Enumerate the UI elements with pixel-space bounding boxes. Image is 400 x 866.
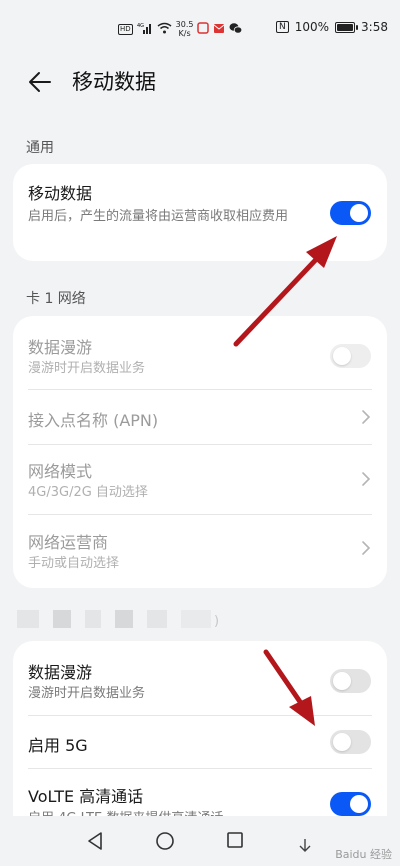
row-subtitle: 漫游时开启数据业务 [28,361,146,376]
obscured-block [115,610,133,628]
row-subtitle: 4G/3G/2G 自动选择 [28,485,148,500]
nfc-icon: N [276,21,289,33]
nav-back-icon[interactable] [86,831,104,855]
section-label-general: 通用 [26,140,54,156]
row-subtitle: 启用后，产生的流量将由运营商收取相应费用 [28,209,289,224]
toggle-knob [333,347,351,365]
card-general: 移动数据 启用后，产生的流量将由运营商收取相应费用 [13,164,387,261]
row-subtitle: 手动或自动选择 [28,556,120,571]
card-sim2: 数据漫游 漫游时开启数据业务 启用 5G VoLTE 高清通话 启用 4G LT… [13,641,387,841]
row-title: 移动数据 [28,184,93,203]
nav-recents-icon[interactable] [226,831,244,853]
network-speed-value: 30.5 [175,20,194,29]
volte-toggle[interactable] [330,792,371,816]
toggle-knob [350,795,368,813]
wifi-icon [157,22,172,37]
chevron-right-icon [361,471,371,487]
row-sim1-network-mode[interactable]: 网络模式 4G/3G/2G 自动选择 [13,445,387,514]
row-title: 数据漫游 [28,663,93,682]
svg-text:4G: 4G [137,23,144,29]
back-arrow-icon[interactable] [26,68,54,96]
status-bar: HD 4G 30.5 K/s N 100% 3:58 [0,0,400,58]
toggle-knob [333,733,351,751]
obscured-block [85,610,101,628]
row-title: 网络运营商 [28,533,109,552]
row-sim1-operator[interactable]: 网络运营商 手动或自动选择 [13,515,387,588]
row-title: 网络模式 [28,462,93,481]
obscured-block [17,610,39,628]
card-sim1: 数据漫游 漫游时开启数据业务 接入点名称 (APN) 网络模式 4G/3G/2G… [13,316,387,588]
enable-5g-toggle[interactable] [330,730,371,754]
status-right-icons: N 100% 3:58 [276,20,388,34]
row-title: 启用 5G [28,736,88,755]
battery-icon [335,21,359,33]
obscured-block [53,610,71,628]
toggle-knob [333,672,351,690]
network-speed: 30.5 K/s [176,20,194,38]
clock: 3:58 [361,20,388,34]
network-speed-unit: K/s [178,29,191,38]
notification-app-icon [197,21,210,37]
wechat-icon [229,22,243,37]
obscured-block [181,610,211,628]
hd-icon: HD [118,23,133,35]
watermark-text: Baidu 经验 [335,848,392,861]
navigation-bar: Baidu 经验 [0,816,400,866]
row-sim1-apn[interactable]: 接入点名称 (APN) [13,390,387,444]
nav-dropdown-icon[interactable] [298,838,312,858]
chevron-right-icon [361,540,371,556]
row-title: 数据漫游 [28,338,93,357]
mobile-data-toggle[interactable] [330,201,371,225]
battery-percent: 100% [294,20,330,34]
status-left-icons: HD 4G 30.5 K/s [118,20,243,38]
section-label-sim2-obscured [17,610,211,628]
toggle-knob [350,204,368,222]
section-label-sim2-tail: ) [214,614,220,629]
row-mobile-data[interactable]: 移动数据 启用后，产生的流量将由运营商收取相应费用 [13,164,387,261]
row-sim2-data-roaming[interactable]: 数据漫游 漫游时开启数据业务 [13,641,387,715]
row-title: 接入点名称 (APN) [28,411,159,430]
obscured-block [147,610,167,628]
row-sim2-enable-5g[interactable]: 启用 5G [13,716,387,768]
page-title: 移动数据 [72,70,156,94]
chevron-right-icon [361,409,371,425]
sim1-data-roaming-toggle[interactable] [330,344,371,368]
section-label-sim1: 卡 1 网络 [26,291,86,307]
signal-icon: 4G [137,22,153,37]
header: 移动数据 [0,62,400,102]
sim2-data-roaming-toggle[interactable] [330,669,371,693]
row-subtitle: 漫游时开启数据业务 [28,686,146,701]
nav-home-icon[interactable] [155,831,175,855]
row-title: VoLTE 高清通话 [28,787,144,806]
mail-app-icon [213,22,225,37]
row-sim1-data-roaming[interactable]: 数据漫游 漫游时开启数据业务 [13,316,387,388]
